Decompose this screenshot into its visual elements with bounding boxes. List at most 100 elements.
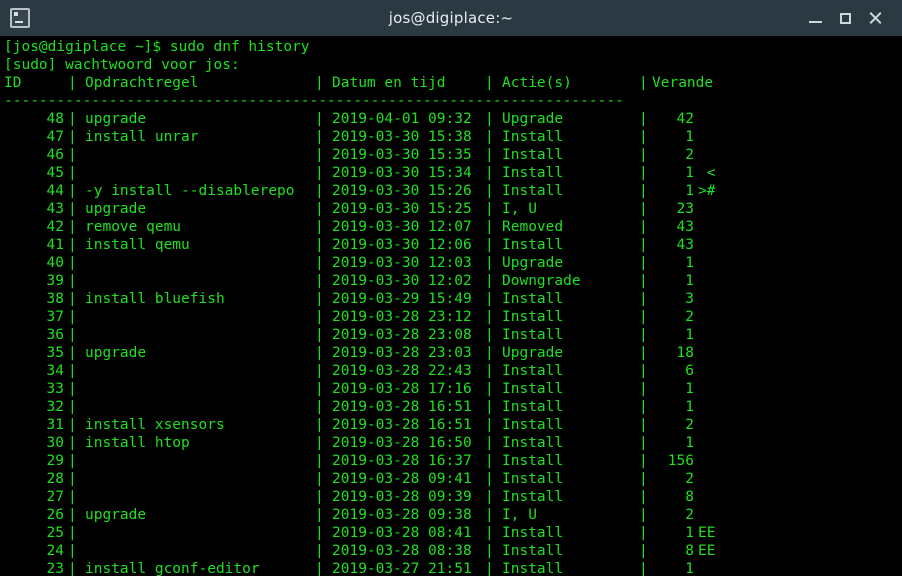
cell-flag: < [698, 165, 716, 181]
table-row: 40 | | 2019-03-30 12:03 | Upgrade | 1 [4, 254, 902, 272]
row-divider-2: | [315, 417, 324, 433]
row-divider-4: | [639, 435, 648, 451]
cell-datetime: 2019-03-29 15:49 [332, 291, 472, 307]
table-row: 46 | | 2019-03-30 15:35 | Install | 2 [4, 146, 902, 164]
cell-id: 43 [46, 201, 64, 217]
cell-action: Install [502, 417, 564, 433]
cell-changed: 2 [685, 507, 694, 523]
row-divider-4: | [639, 309, 648, 325]
cell-changed: 1 [685, 561, 694, 576]
maximize-button[interactable] [830, 3, 860, 33]
table-row: 47 | install unrar | 2019-03-30 15:38 | Instal… [4, 128, 902, 146]
row-divider-1: | [68, 237, 77, 253]
row-divider-2: | [315, 201, 324, 217]
history-table-body: 48 | upgrade | 2019-04-01 09:32 | Upgrade | 42 47… [4, 110, 902, 576]
row-divider-4: | [639, 471, 648, 487]
row-divider-4: | [639, 291, 648, 307]
row-divider-4: | [639, 327, 648, 343]
cell-action: Install [502, 489, 564, 505]
table-row: 31 | install xsensors | 2019-03-28 16:51 | Ins… [4, 416, 902, 434]
cell-datetime: 2019-03-28 09:39 [332, 489, 472, 505]
row-divider-1: | [68, 399, 77, 415]
command-prompt-line: [jos@digiplace ~]$ sudo dnf history [4, 39, 310, 55]
row-divider-4: | [639, 111, 648, 127]
table-row: 24 | | 2019-03-28 08:38 | Install | 8 EE [4, 542, 902, 560]
row-divider-2: | [315, 327, 324, 343]
header-changed: Verande [652, 75, 714, 91]
cell-id: 37 [46, 309, 64, 325]
cell-changed: 23 [676, 201, 694, 217]
row-divider-4: | [639, 345, 648, 361]
header-divider-2: | [315, 75, 324, 91]
cell-command: remove qemu [85, 219, 182, 235]
cell-changed: 43 [676, 219, 694, 235]
cell-datetime: 2019-03-28 22:43 [332, 363, 472, 379]
minimize-button[interactable] [800, 3, 830, 33]
cell-datetime: 2019-03-28 09:38 [332, 507, 472, 523]
close-button[interactable] [860, 3, 890, 33]
cell-action: Install [502, 525, 564, 541]
cell-changed: 2 [685, 147, 694, 163]
table-row: 44 | -y install --disablerepo | 2019-03-30 1… [4, 182, 902, 200]
row-divider-4: | [639, 129, 648, 145]
cell-action: Install [502, 381, 564, 397]
cell-changed: 1 [685, 273, 694, 289]
cell-changed: 1 [685, 183, 694, 199]
header-divider-4: | [639, 75, 648, 91]
cell-changed: 6 [685, 363, 694, 379]
cell-changed: 1 [685, 165, 694, 181]
row-divider-4: | [639, 489, 648, 505]
cell-changed: 2 [685, 417, 694, 433]
row-divider-2: | [315, 507, 324, 523]
row-divider-3: | [485, 183, 494, 199]
table-row: 36 | | 2019-03-28 23:08 | Install | 1 [4, 326, 902, 344]
row-divider-2: | [315, 471, 324, 487]
table-row: 48 | upgrade | 2019-04-01 09:32 | Upgrade | 42 [4, 110, 902, 128]
terminal-screen[interactable]: [jos@digiplace ~]$ sudo dnf history [sud… [0, 36, 902, 576]
table-header-row: ID | Opdrachtregel | Datum en tijd | Act… [4, 74, 902, 92]
row-divider-1: | [68, 471, 77, 487]
row-divider-4: | [639, 561, 648, 576]
row-divider-1: | [68, 345, 77, 361]
table-row: 45 | | 2019-03-30 15:34 | Install | 1 < [4, 164, 902, 182]
row-divider-3: | [485, 201, 494, 217]
cell-command: install xsensors [85, 417, 225, 433]
row-divider-3: | [485, 525, 494, 541]
cell-command: install htop [85, 435, 190, 451]
cell-command: install gconf-editor [85, 561, 260, 576]
row-divider-2: | [315, 291, 324, 307]
row-divider-2: | [315, 309, 324, 325]
cell-changed: 1 [685, 435, 694, 451]
row-divider-4: | [639, 417, 648, 433]
table-row: 26 | upgrade | 2019-03-28 09:38 | I, U | 2 [4, 506, 902, 524]
cell-datetime: 2019-03-28 16:51 [332, 399, 472, 415]
row-divider-2: | [315, 255, 324, 271]
row-divider-4: | [639, 165, 648, 181]
row-divider-1: | [68, 453, 77, 469]
row-divider-2: | [315, 363, 324, 379]
cell-datetime: 2019-03-30 15:34 [332, 165, 472, 181]
cell-action: Upgrade [502, 345, 564, 361]
row-divider-1: | [68, 309, 77, 325]
cell-command: install qemu [85, 237, 190, 253]
row-divider-1: | [68, 255, 77, 271]
cell-id: 34 [46, 363, 64, 379]
cell-datetime: 2019-03-28 16:37 [332, 453, 472, 469]
row-divider-3: | [485, 417, 494, 433]
cell-action: Install [502, 561, 564, 576]
header-action: Actie(s) [502, 75, 572, 91]
row-divider-3: | [485, 273, 494, 289]
cell-datetime: 2019-04-01 09:32 [332, 111, 472, 127]
cell-changed: 2 [685, 309, 694, 325]
row-divider-1: | [68, 129, 77, 145]
row-divider-2: | [315, 165, 324, 181]
title-bar[interactable]: jos@digiplace:~ [0, 0, 902, 36]
cell-id: 27 [46, 489, 64, 505]
cell-action: Install [502, 453, 564, 469]
cell-id: 31 [46, 417, 64, 433]
row-divider-3: | [485, 453, 494, 469]
row-divider-1: | [68, 543, 77, 559]
row-divider-2: | [315, 111, 324, 127]
cell-datetime: 2019-03-27 21:51 [332, 561, 472, 576]
row-divider-3: | [485, 489, 494, 505]
